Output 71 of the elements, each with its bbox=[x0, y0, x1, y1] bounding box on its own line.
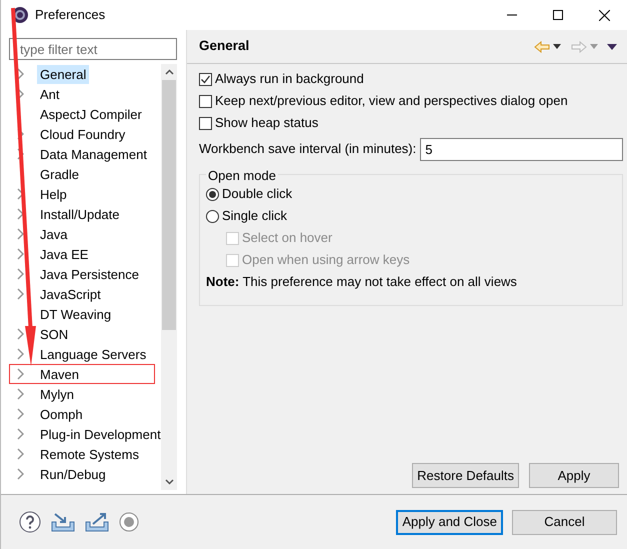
expand-icon[interactable] bbox=[17, 68, 24, 80]
tree-item[interactable]: Java EE bbox=[37, 244, 92, 264]
tree-item[interactable]: Oomph bbox=[37, 404, 86, 424]
dialog-button[interactable]: Apply and Close bbox=[396, 510, 503, 534]
tree-item[interactable]: Remote Systems bbox=[37, 444, 142, 464]
interval-field[interactable]: 5 bbox=[420, 138, 623, 160]
expand-icon[interactable] bbox=[17, 348, 24, 360]
export-icon[interactable] bbox=[85, 512, 109, 532]
tree-item[interactable]: Java bbox=[37, 224, 70, 244]
page-title: General bbox=[199, 37, 250, 56]
checkbox-label: Keep next/previous editor, view and perspectives dialog open bbox=[215, 92, 568, 110]
maximize-icon bbox=[553, 10, 563, 20]
tree-item[interactable]: Gradle bbox=[37, 164, 82, 184]
checkbox-label: Show heap status bbox=[215, 114, 318, 132]
menu-icon[interactable] bbox=[607, 44, 617, 50]
import-icon[interactable] bbox=[51, 512, 75, 532]
dialog-button[interactable]: Cancel bbox=[512, 510, 617, 534]
tree-item[interactable]: Language Servers bbox=[37, 344, 150, 364]
note-text: Note: This preference may not take effect on all views bbox=[206, 273, 517, 292]
tree-item[interactable]: JavaScript bbox=[37, 284, 104, 304]
window-title: Preferences bbox=[35, 6, 106, 24]
expand-icon[interactable] bbox=[17, 188, 24, 200]
radio-label: Single click bbox=[222, 207, 288, 226]
checkbox-label: Open when using arrow keys bbox=[242, 251, 410, 270]
expand-icon[interactable] bbox=[17, 288, 24, 300]
tree-item[interactable]: Mylyn bbox=[37, 384, 77, 404]
radio-button[interactable] bbox=[206, 188, 219, 200]
tree-item[interactable]: Install/Update bbox=[37, 204, 122, 224]
tree-item[interactable]: Run/Debug bbox=[37, 464, 109, 484]
expand-icon[interactable] bbox=[17, 408, 24, 420]
tree-item[interactable]: Maven bbox=[37, 364, 82, 384]
tree-item[interactable]: Java Persistence bbox=[37, 264, 142, 284]
scrollbar[interactable] bbox=[161, 64, 177, 490]
close-icon bbox=[598, 10, 610, 20]
expand-icon[interactable] bbox=[17, 368, 24, 380]
tree-item[interactable]: Plug-in Development bbox=[37, 424, 161, 444]
help-icon[interactable] bbox=[19, 511, 41, 533]
tree-item[interactable]: Ant bbox=[37, 84, 63, 104]
expand-icon[interactable] bbox=[17, 448, 24, 460]
tree-item[interactable]: General bbox=[37, 64, 90, 84]
filter-field[interactable]: type filter text bbox=[9, 38, 177, 60]
expand-icon[interactable] bbox=[17, 328, 24, 340]
expand-icon[interactable] bbox=[17, 208, 24, 220]
tree-item[interactable]: DT Weaving bbox=[37, 304, 114, 324]
expand-icon[interactable] bbox=[17, 268, 24, 280]
tree-item[interactable]: Help bbox=[37, 184, 70, 204]
radio-label: Double click bbox=[222, 185, 292, 204]
expand-icon[interactable] bbox=[17, 148, 24, 160]
page-button[interactable]: Restore Defaults bbox=[412, 463, 519, 488]
radio-button[interactable] bbox=[206, 210, 219, 222]
scroll-up-icon[interactable] bbox=[164, 69, 174, 75]
tree-item[interactable]: Data Management bbox=[37, 144, 150, 164]
expand-icon[interactable] bbox=[17, 228, 24, 240]
page-button[interactable]: Apply bbox=[529, 463, 619, 488]
checkbox[interactable] bbox=[199, 116, 212, 130]
expand-icon[interactable] bbox=[17, 428, 24, 440]
interval-label: Workbench save interval (in minutes): bbox=[199, 140, 416, 158]
checkbox-label: Select on hover bbox=[242, 229, 332, 248]
tree-item[interactable]: SON bbox=[37, 324, 72, 344]
tree-item[interactable]: Cloud Foundry bbox=[37, 124, 128, 144]
checkbox-label: Always run in background bbox=[215, 70, 364, 88]
checkbox[interactable] bbox=[199, 72, 212, 86]
expand-icon[interactable] bbox=[17, 388, 24, 400]
scroll-down-icon[interactable] bbox=[164, 479, 174, 485]
tree-item[interactable]: AspectJ Compiler bbox=[37, 104, 145, 124]
expand-icon[interactable] bbox=[17, 248, 24, 260]
record-icon[interactable] bbox=[119, 512, 139, 532]
expand-icon[interactable] bbox=[17, 468, 24, 480]
expand-icon[interactable] bbox=[17, 88, 24, 100]
dropdown-icon[interactable] bbox=[553, 44, 562, 49]
checkbox[interactable] bbox=[199, 94, 212, 108]
